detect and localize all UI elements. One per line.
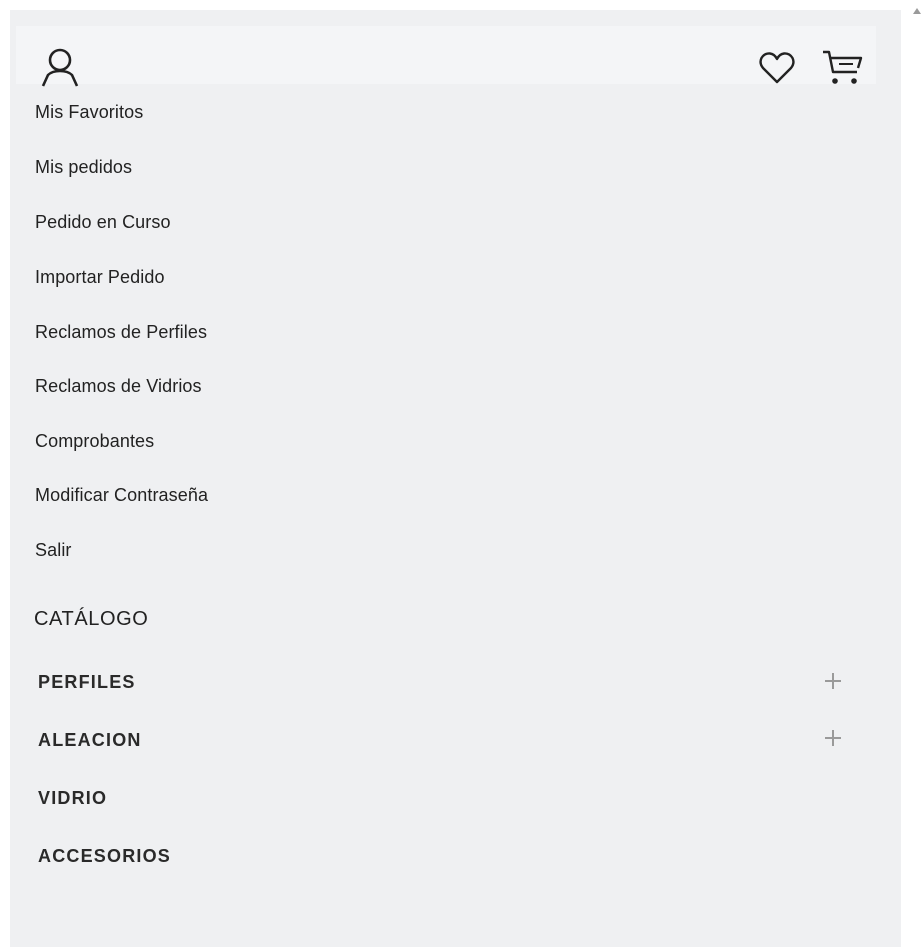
menu-item-salir[interactable]: Salir: [35, 540, 72, 561]
expand-perfiles-plus-icon[interactable]: [823, 671, 843, 691]
catalog-item-accesorios[interactable]: ACCESORIOS: [38, 846, 171, 867]
menu-item-mis-pedidos[interactable]: Mis pedidos: [35, 157, 132, 178]
menu-item-modificar-contrasena[interactable]: Modificar Contraseña: [35, 485, 208, 506]
user-icon[interactable]: [38, 46, 82, 90]
heart-icon[interactable]: [758, 51, 796, 85]
menu-item-reclamos-vidrios[interactable]: Reclamos de Vidrios: [35, 376, 202, 397]
catalog-item-aleacion[interactable]: ALEACION: [38, 730, 142, 751]
menu-item-mis-favoritos[interactable]: Mis Favoritos: [35, 102, 143, 123]
side-menu-panel: Mis Favoritos Mis pedidos Pedido en Curs…: [10, 10, 901, 947]
menu-item-importar-pedido[interactable]: Importar Pedido: [35, 267, 165, 288]
menu-item-pedido-en-curso[interactable]: Pedido en Curso: [35, 212, 171, 233]
expand-aleacion-plus-icon[interactable]: [823, 728, 843, 748]
cart-icon[interactable]: [821, 48, 865, 88]
menu-header: [16, 26, 876, 87]
scroll-up-arrow-icon[interactable]: [913, 8, 921, 14]
catalog-heading: CATÁLOGO: [34, 608, 149, 630]
catalog-item-vidrio[interactable]: VIDRIO: [38, 788, 107, 809]
menu-item-reclamos-perfiles[interactable]: Reclamos de Perfiles: [35, 322, 207, 343]
catalog-item-perfiles[interactable]: PERFILES: [38, 672, 136, 693]
menu-item-comprobantes[interactable]: Comprobantes: [35, 431, 154, 452]
